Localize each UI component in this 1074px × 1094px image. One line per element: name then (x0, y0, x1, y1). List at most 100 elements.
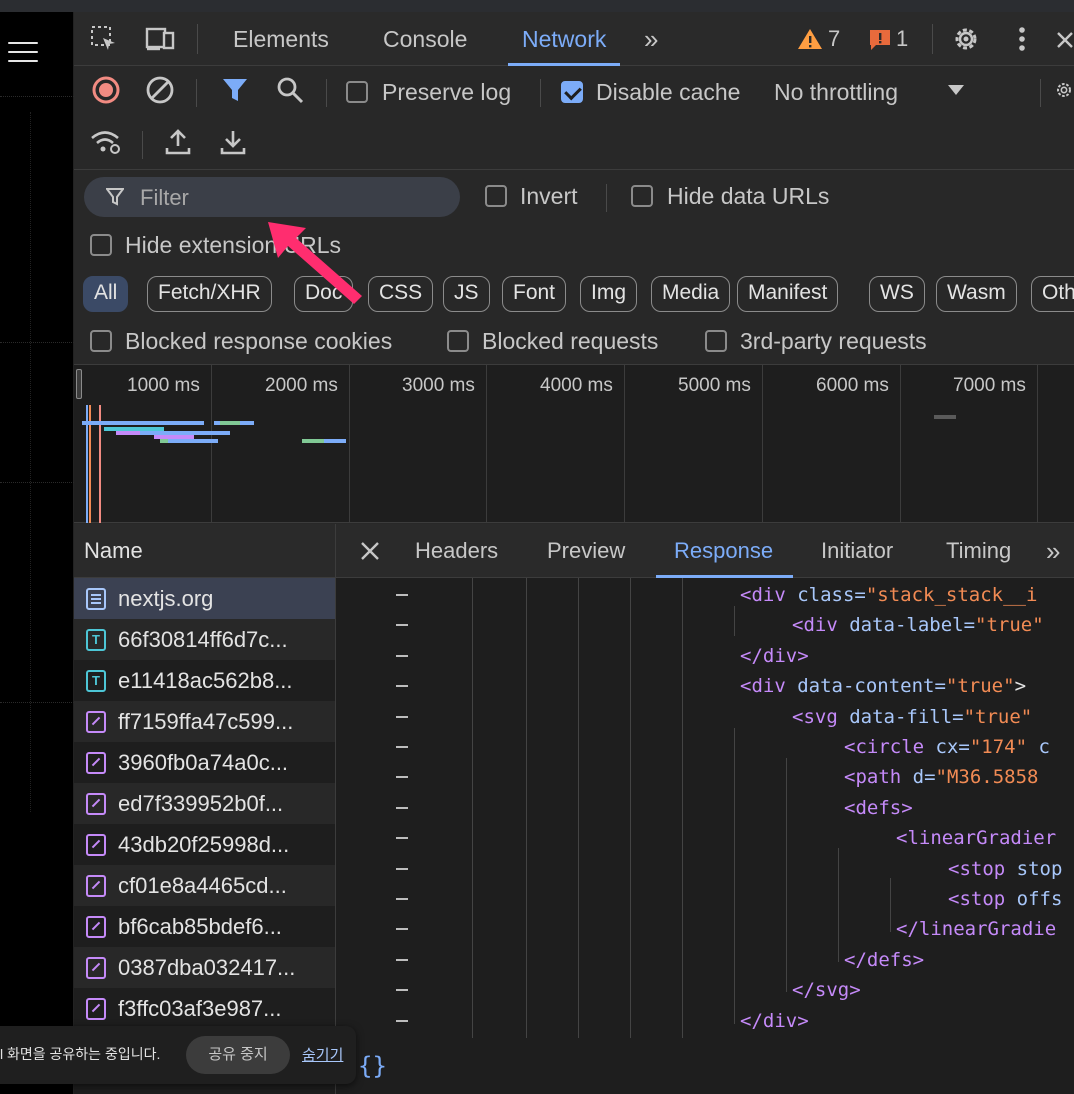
hide-data-urls-label: Hide data URLs (667, 183, 830, 209)
disable-cache-checkbox[interactable] (561, 81, 583, 103)
code-line: <div class="stack_stack__i (740, 580, 1037, 610)
code-line: <stop stop (948, 854, 1062, 884)
import-har-icon[interactable] (162, 127, 194, 157)
tab-initiator[interactable]: Initiator (821, 524, 893, 578)
filter-chip-oth[interactable]: Oth (1031, 276, 1074, 312)
overview-gridline (211, 365, 212, 523)
filter-chip-wasm[interactable]: Wasm (936, 276, 1017, 312)
more-detail-tabs-button[interactable]: » (1046, 524, 1060, 578)
tab-headers[interactable]: Headers (415, 524, 498, 578)
screen-share-notice: l 화면을 공유하는 중입니다. 공유 중지 숨기기 (0, 1026, 356, 1084)
overview-request-bar (324, 439, 346, 443)
text-file-icon: T (86, 628, 106, 651)
tab-response[interactable]: Response (655, 524, 794, 578)
filter-chip-js[interactable]: JS (443, 276, 490, 312)
indent-guide (578, 578, 579, 1038)
tab-console[interactable]: Console (383, 12, 467, 66)
request-row[interactable]: nextjs.org (74, 578, 335, 619)
request-row[interactable]: 3960fb0a74a0c... (74, 742, 335, 783)
request-row[interactable]: Te11418ac562b8... (74, 660, 335, 701)
request-name: e11418ac562b8... (118, 667, 293, 693)
export-har-icon[interactable] (217, 127, 249, 157)
network-conditions-icon[interactable] (90, 127, 122, 157)
overview-request-bar (104, 427, 114, 431)
filter-input[interactable]: Filter (84, 177, 460, 217)
size-dash (396, 746, 408, 748)
chevron-down-icon[interactable] (940, 75, 972, 105)
hide-extension-urls-checkbox[interactable] (90, 234, 112, 256)
search-icon[interactable] (274, 75, 306, 105)
indent-guide (734, 728, 735, 1024)
request-row[interactable]: bf6cab85bdef6... (74, 906, 335, 947)
overview-request-bar (220, 421, 240, 425)
close-icon[interactable] (1054, 24, 1074, 54)
divider (197, 24, 198, 54)
code-token-attr: data-label= (849, 614, 976, 637)
request-row[interactable]: ed7f339952b0f... (74, 783, 335, 824)
filter-chip-css[interactable]: CSS (368, 276, 434, 312)
code-token-tag: </div> (740, 644, 809, 667)
code-line: <path d="M36.5858 (844, 762, 1038, 792)
tab-network[interactable]: Network (507, 12, 621, 66)
clear-icon[interactable] (144, 75, 176, 105)
close-detail-icon[interactable] (354, 536, 386, 566)
kebab-menu-icon[interactable] (1007, 24, 1037, 54)
tab-preview[interactable]: Preview (547, 524, 625, 578)
network-settings-gear-icon[interactable] (1054, 75, 1074, 105)
hide-data-urls-checkbox[interactable] (631, 185, 653, 207)
request-row[interactable]: 43db20f25998d... (74, 824, 335, 865)
filter-chip-fetch-xhr[interactable]: Fetch/XHR (147, 276, 272, 312)
name-column-header[interactable]: Name (74, 524, 335, 578)
overview-drag-handle[interactable] (76, 369, 82, 399)
tab-elements[interactable]: Elements (233, 12, 329, 66)
filter-chip-manifest[interactable]: Manifest (737, 276, 839, 312)
indent-guide (838, 848, 839, 962)
throttling-select[interactable]: No throttling (774, 79, 898, 106)
overview-gridline (762, 365, 763, 523)
overview-request-bar (302, 439, 324, 443)
invert-label: Invert (520, 183, 578, 209)
code-token-attr: class= (797, 584, 866, 606)
preserve-log-checkbox[interactable] (346, 81, 368, 103)
code-line: <linearGradier (896, 823, 1056, 853)
pretty-print-button[interactable]: {} (358, 1052, 387, 1080)
filter-chip-all[interactable]: All (83, 276, 129, 312)
tab-timing[interactable]: Timing (946, 524, 1011, 578)
response-code-view[interactable]: <div class="stack_stack__i <div data-labe… (336, 578, 1074, 1038)
third-party-checkbox[interactable] (705, 330, 727, 352)
stop-sharing-button[interactable]: 공유 중지 (186, 1036, 290, 1074)
request-row[interactable]: T 66f30814ff6d7c... (74, 619, 335, 660)
divider (142, 131, 143, 159)
blocked-requests-checkbox[interactable] (447, 330, 469, 352)
request-detail-panel: Headers Preview Response Initiator Timin… (336, 524, 1074, 1094)
filter-chip-font[interactable]: Font (502, 276, 567, 312)
size-dash (396, 806, 408, 809)
size-dash (396, 685, 408, 688)
request-row[interactable]: f3ffc03af3e987... (74, 988, 335, 1029)
request-row[interactable]: ff7159ffa47c599... (74, 701, 335, 742)
document-icon (86, 587, 106, 610)
hide-notice-link[interactable]: 숨기기 (302, 1044, 343, 1065)
device-toolbar-icon[interactable] (144, 24, 176, 54)
invert-checkbox[interactable] (485, 185, 507, 207)
network-overview-timeline[interactable]: 1000 ms 2000 ms 3000 ms 4000 ms 5000 ms 6000 … (74, 365, 1074, 523)
more-tabs-button[interactable]: » (644, 12, 658, 66)
overview-request-bar (934, 415, 956, 419)
filter-funnel-icon[interactable] (219, 75, 251, 105)
request-name: f3ffc03af3e987... (118, 995, 282, 1021)
record-stop-icon[interactable] (90, 75, 122, 105)
filter-chip-media[interactable]: Media (651, 276, 731, 312)
filter-chip-img[interactable]: Img (580, 276, 638, 312)
inspect-element-icon[interactable] (88, 24, 120, 54)
blocked-cookies-checkbox[interactable] (90, 330, 112, 352)
warning-icon[interactable] (796, 24, 824, 54)
request-row[interactable]: cf01e8a4465cd... (74, 865, 335, 906)
request-row[interactable]: 0387dba032417... (74, 947, 335, 988)
gear-icon[interactable] (950, 24, 982, 54)
code-token-tag: <stop (948, 888, 1017, 910)
filter-chip-ws[interactable]: WS (869, 276, 925, 312)
blocked-cookies-label: Blocked response cookies (125, 328, 393, 354)
hamburger-icon[interactable] (8, 42, 38, 69)
divider (326, 79, 327, 107)
error-icon[interactable] (866, 24, 894, 54)
